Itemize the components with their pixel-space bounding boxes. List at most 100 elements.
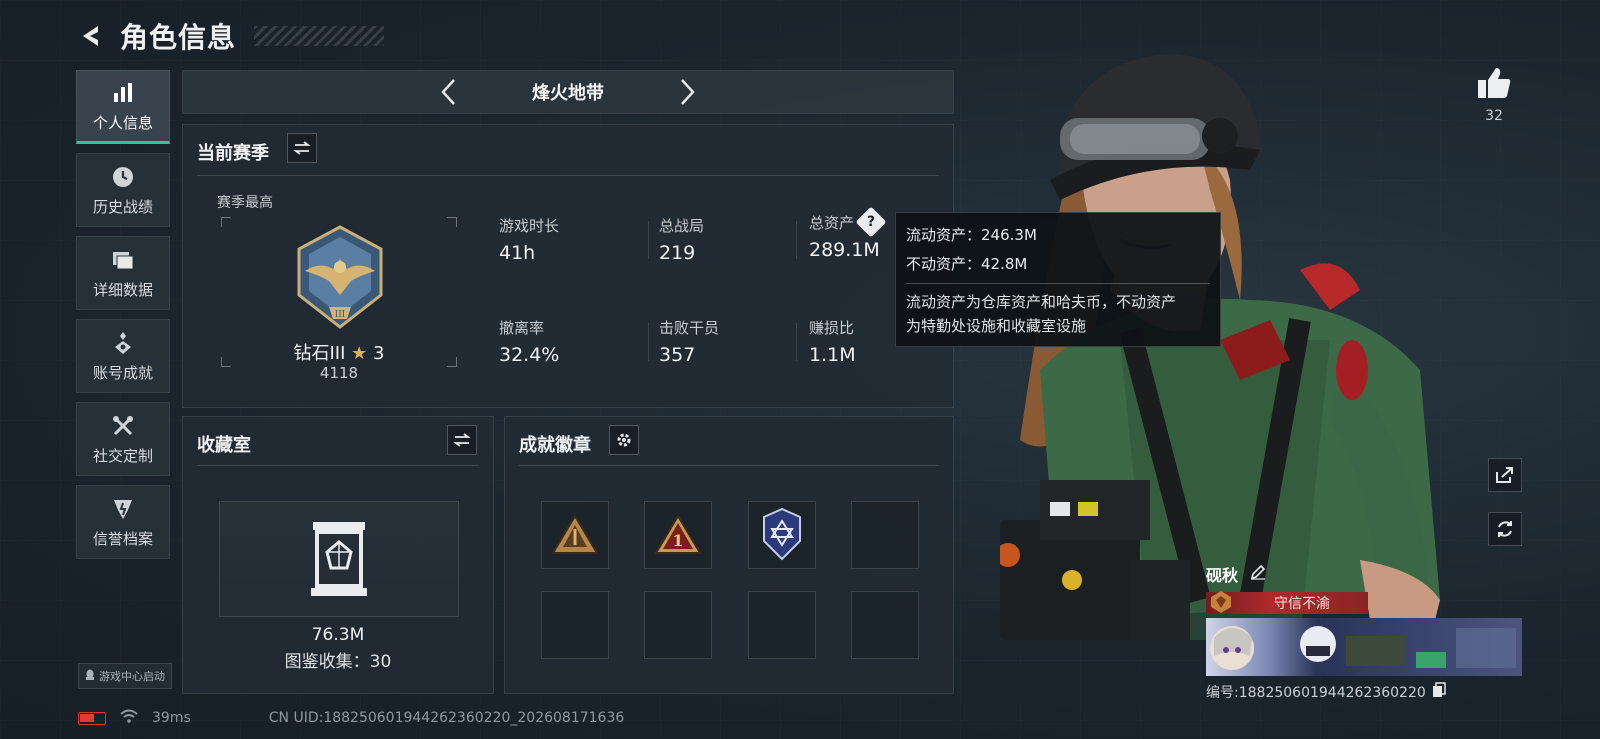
sidebar-item-label: 账号成就 xyxy=(92,363,153,382)
stat-value: 357 xyxy=(659,344,696,366)
back-arrow-icon[interactable] xyxy=(76,21,106,51)
player-title-text: 守信不渝 xyxy=(1274,596,1330,612)
folder-icon xyxy=(110,247,136,273)
page-title: 角色信息 xyxy=(120,21,237,54)
stat-total-matches: 总战局 219 xyxy=(659,215,799,264)
share-button[interactable] xyxy=(1488,458,1522,492)
collection-panel: 收藏室 76.3M 图鉴收集：30 xyxy=(182,416,494,694)
divider xyxy=(796,323,797,361)
stat-label: 击败干员 xyxy=(659,319,720,337)
tooltip-liquid-assets: 流动资产：246.3M xyxy=(906,226,1037,244)
badge-slot[interactable] xyxy=(541,501,609,569)
badge-triangle-one-icon: 1 xyxy=(654,514,702,554)
help-icon[interactable]: ? xyxy=(855,206,887,238)
shield-icon xyxy=(110,496,136,522)
stat-play-time: 游戏时长 41h xyxy=(499,215,639,264)
collection-title: 收藏室 xyxy=(197,435,251,456)
badge-slot-empty[interactable] xyxy=(851,501,919,569)
badge-panel: 成就徽章 1 xyxy=(504,416,954,694)
stat-label: 总资产 xyxy=(809,213,855,232)
stat-value: 41h xyxy=(499,242,536,264)
wifi-icon xyxy=(120,709,138,727)
share-icon xyxy=(1496,467,1513,483)
sidebar-item-achievements[interactable]: 账号成就 xyxy=(76,319,170,393)
sidebar-item-history[interactable]: 历史战绩 xyxy=(76,153,170,227)
copy-icon[interactable] xyxy=(1432,682,1446,702)
mode-next-arrow-icon[interactable] xyxy=(668,72,708,112)
sidebar-item-label: 详细数据 xyxy=(92,280,153,299)
rank-name-row: 钻石III ★ 3 xyxy=(221,339,457,365)
gear-icon xyxy=(617,433,631,447)
sidebar-item-label: 个人信息 xyxy=(92,113,153,132)
player-name: 砚秋 xyxy=(1206,566,1239,585)
stat-value: 219 xyxy=(659,242,696,264)
stat-value: 1.1M xyxy=(809,344,856,366)
star-icon: ★ xyxy=(351,343,368,364)
divider xyxy=(197,175,939,176)
stat-label: 游戏时长 xyxy=(499,217,560,235)
divider xyxy=(648,323,649,361)
mode-name: 烽火地带 xyxy=(532,83,604,104)
divider xyxy=(197,465,479,466)
badge-slot[interactable]: 1 xyxy=(644,501,712,569)
stat-label: 总战局 xyxy=(659,217,705,235)
svg-text:III: III xyxy=(335,310,346,320)
tooltip-description-line1: 流动资产为仓库资产和哈夫币，不动资产 xyxy=(906,293,1177,311)
season-panel: 当前赛季 赛季最高 III 钻石III ★ 3 4118 游戏时长 41h 总战… xyxy=(182,124,954,408)
season-title: 当前赛季 xyxy=(197,143,269,164)
stat-label: 撤离率 xyxy=(499,319,545,337)
sidebar-item-reputation[interactable]: 信誉档案 xyxy=(76,485,170,559)
stat-extraction-rate: 撤离率 32.4% xyxy=(499,317,639,366)
status-bar: 39ms CN UID:1882506019442623602​20_20260… xyxy=(78,709,624,727)
rank-emblem-icon: III xyxy=(285,223,395,333)
divider xyxy=(519,465,939,466)
title-decoration xyxy=(254,26,385,46)
badge-slot-empty[interactable] xyxy=(541,591,609,659)
badge-title: 成就徽章 xyxy=(519,435,591,456)
tooltip-fixed-assets: 不动资产：42.8M xyxy=(906,255,1028,273)
player-banner-image[interactable] xyxy=(1206,618,1522,676)
badge-slot-empty[interactable] xyxy=(851,591,919,659)
uid-text: CN UID:1882506019442623602​20_2026081716… xyxy=(268,710,625,726)
badge-triangle-gold-icon xyxy=(551,514,599,554)
badge-settings-button[interactable] xyxy=(609,425,639,455)
divider xyxy=(906,283,1210,284)
achievement-icon xyxy=(110,330,136,356)
like-count: 32 xyxy=(1485,108,1503,124)
launch-label: 游戏中心启动 xyxy=(99,670,165,683)
qq-icon xyxy=(85,669,95,684)
sidebar-item-personal-info[interactable]: 个人信息 xyxy=(76,70,170,144)
badge-slot-empty[interactable] xyxy=(748,591,816,659)
badge-slot[interactable] xyxy=(748,501,816,569)
swap-icon xyxy=(453,433,471,447)
badge-slot-empty[interactable] xyxy=(644,591,712,659)
stat-value: 32.4% xyxy=(499,344,560,366)
mode-prev-arrow-icon[interactable] xyxy=(428,72,468,112)
sidebar-item-social-custom[interactable]: 社交定制 xyxy=(76,402,170,476)
header: 角色信息 xyxy=(76,14,385,58)
tooltip-description-line2: 为特勤处设施和收藏室设施 xyxy=(906,317,1087,335)
collection-count: 图鉴收集：30 xyxy=(284,652,392,672)
game-center-launch-button[interactable]: 游戏中心启动 xyxy=(78,663,172,689)
rank-name: 钻石III xyxy=(293,343,346,364)
thumbs-up-icon[interactable] xyxy=(1474,66,1514,100)
refresh-button[interactable] xyxy=(1488,512,1522,546)
edit-pencil-icon[interactable] xyxy=(1250,564,1266,584)
sidebar-item-label: 历史战绩 xyxy=(92,197,153,216)
refresh-icon xyxy=(1498,521,1512,537)
collection-swap-button[interactable] xyxy=(447,425,477,455)
likes: 32 xyxy=(1472,66,1516,124)
sidebar: 个人信息 历史战绩 详细数据 账号成就 社交定制 信誉档案 xyxy=(76,70,170,568)
title-emblem-icon xyxy=(1211,591,1231,613)
sidebar-item-label: 信誉档案 xyxy=(92,529,153,548)
svg-text:1: 1 xyxy=(672,531,683,550)
sidebar-item-label: 社交定制 xyxy=(92,446,153,465)
sidebar-item-detailed-data[interactable]: 详细数据 xyxy=(76,236,170,310)
rank-score: 4118 xyxy=(319,364,359,382)
mode-selector: 烽火地带 xyxy=(182,70,954,114)
stat-operators-defeated: 击败干员 357 xyxy=(659,317,799,366)
divider xyxy=(796,221,797,259)
collection-showcase[interactable] xyxy=(219,501,459,617)
player-title-badge[interactable]: 守信不渝 xyxy=(1206,591,1368,614)
season-swap-button[interactable] xyxy=(287,133,317,163)
